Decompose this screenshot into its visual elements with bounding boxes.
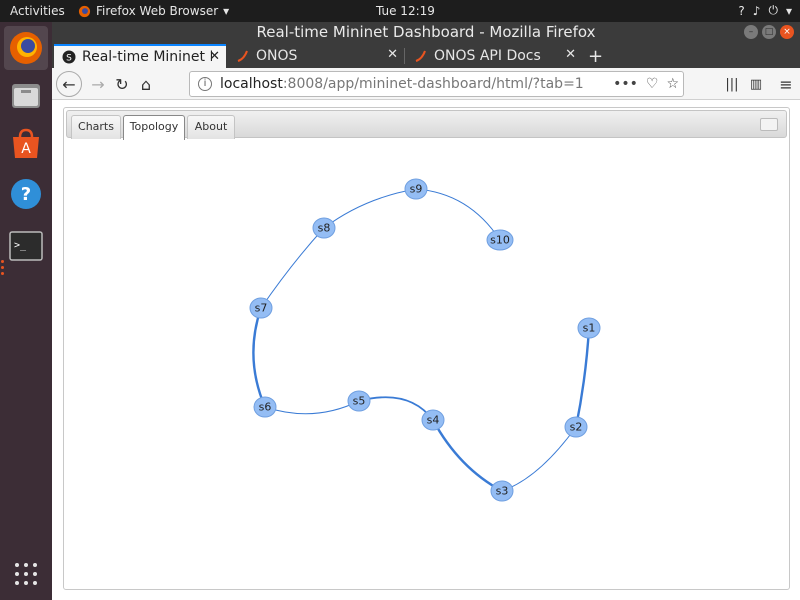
node-s2[interactable]: s2 [564,416,588,438]
files-icon [12,84,40,108]
help-icon: ? [11,179,41,209]
running-indicator [1,260,4,263]
close-tab-icon[interactable]: ✕ [387,47,398,62]
tab-title: ONOS API Docs [434,48,541,64]
tab-title: ONOS [256,48,298,64]
forward-button[interactable]: → [86,72,110,96]
site-info-icon[interactable]: i [198,77,212,91]
chevron-down-icon: ▾ [223,4,230,18]
back-button[interactable]: ← [56,71,82,97]
link-s1-s2[interactable] [574,327,591,428]
tab-title: Real-time Mininet Da [82,49,212,65]
node-s9[interactable]: s9 [404,178,428,200]
help-status-icon: ? [738,3,745,18]
firefox-window: Real-time Mininet Dashboard - Mozilla Fi… [52,22,800,600]
hamburger-menu-icon[interactable]: ≡ [774,72,798,96]
reload-button[interactable]: ↻ [110,72,134,96]
close-window-button[interactable]: × [780,25,794,39]
power-icon: ⏻ [768,3,778,17]
navigation-toolbar: ← → ↻ ⌂ i localhost:8008/app/mininet-das… [52,68,800,100]
node-s1[interactable]: s1 [577,317,601,339]
onos-favicon-icon [415,50,426,62]
node-s4[interactable]: s4 [421,409,445,431]
gnome-top-bar: Activities Firefox Web Browser ▾ Tue 12:… [0,0,800,22]
tab-onos-api-docs[interactable]: ONOS API Docs ✕ [406,44,582,68]
bookmark-star-icon[interactable]: ☆ [666,72,679,96]
dock-terminal[interactable]: >_ [4,224,48,268]
pocket-icon[interactable]: ♡ [646,72,659,96]
node-label: s3 [496,485,509,498]
dock-help[interactable]: ? [4,172,48,216]
node-s7[interactable]: s7 [249,297,273,319]
node-s6[interactable]: s6 [253,396,277,418]
onos-favicon-icon [237,50,248,62]
link-s9-s10[interactable] [415,188,501,241]
svg-text:A: A [21,141,31,157]
svg-text:?: ? [21,184,31,205]
running-indicator [1,266,4,269]
dock: A ? >_ [0,22,52,600]
app-menu-label: Firefox Web Browser [96,4,219,18]
node-label: s2 [570,421,583,434]
system-tray[interactable]: ? ♪ ⏻ ▾ [738,3,792,18]
dock-software[interactable]: A [4,122,48,166]
svg-text:S: S [66,54,72,64]
window-title: Real-time Mininet Dashboard - Mozilla Fi… [256,23,596,41]
url-path: :8008/app/mininet-dashboard/html/?tab=1 [282,76,584,92]
link-s5-s6[interactable] [264,400,360,415]
svg-text:>_: >_ [14,240,27,251]
library-icon[interactable]: ||| [720,72,744,96]
url-bar[interactable]: i localhost:8008/app/mininet-dashboard/h… [189,71,684,97]
window-titlebar[interactable]: Real-time Mininet Dashboard - Mozilla Fi… [52,22,800,42]
dock-show-applications[interactable] [4,552,48,596]
node-label: s6 [259,401,272,414]
new-tab-button[interactable]: + [582,44,608,68]
minimize-button[interactable]: – [744,25,758,39]
link-s3-s4[interactable] [431,419,503,493]
clock[interactable]: Tue 12:19 [376,4,435,18]
chevron-down-icon: ▾ [785,3,792,18]
dock-firefox[interactable] [4,26,48,70]
node-s10[interactable]: s10 [486,229,514,251]
volume-icon: ♪ [752,3,761,18]
url-host: localhost [220,76,283,92]
node-label: s9 [410,183,423,196]
firefox-icon [10,32,42,64]
show-applications-icon [15,563,37,585]
dock-files[interactable] [4,74,48,118]
topology-graph[interactable]: s1 s2 s3 s4 s5 s6 s7 s8 s9 s10 [64,108,791,591]
close-tab-icon[interactable]: ✕ [209,49,220,64]
node-label: s1 [583,322,596,335]
activities-button[interactable]: Activities [10,4,65,18]
link-s2-s3[interactable] [501,426,577,492]
dashboard-panel: Charts Topology About s1 s2 s3 s4 s5 s6 s7 s8 s9… [63,107,790,590]
firefox-small-icon [78,5,91,17]
tab-separator [404,48,405,64]
node-s8[interactable]: s8 [312,217,336,239]
page-actions-icon[interactable]: ••• [613,72,638,96]
node-label: s5 [353,395,366,408]
terminal-icon: >_ [9,231,43,261]
tab-strip: S Real-time Mininet Da ✕ ONOS ✕ ONOS API… [52,42,800,68]
mininet-favicon-icon: S [62,50,76,64]
node-s5[interactable]: s5 [347,390,371,412]
maximize-button[interactable]: □ [762,25,776,39]
close-tab-icon[interactable]: ✕ [565,47,576,62]
software-icon: A [13,128,39,158]
app-menu[interactable]: Firefox Web Browser ▾ [78,4,229,18]
page-content: Charts Topology About s1 s2 s3 s4 s5 s6 s7 s8 s9… [52,100,800,600]
node-label: s10 [490,234,510,247]
link-s8-s9[interactable] [323,188,417,229]
link-s7-s8[interactable] [260,227,325,309]
running-indicator [1,272,4,275]
sidebar-icon[interactable]: ▥ [744,72,768,96]
node-label: s7 [255,302,268,315]
tab-onos[interactable]: ONOS ✕ [228,44,404,68]
link-s6-s7[interactable] [252,307,267,408]
node-label: s4 [427,414,440,427]
node-label: s8 [318,222,331,235]
tab-mininet-dashboard[interactable]: S Real-time Mininet Da ✕ [54,44,226,68]
home-button[interactable]: ⌂ [134,72,158,96]
node-s3[interactable]: s3 [490,480,514,502]
